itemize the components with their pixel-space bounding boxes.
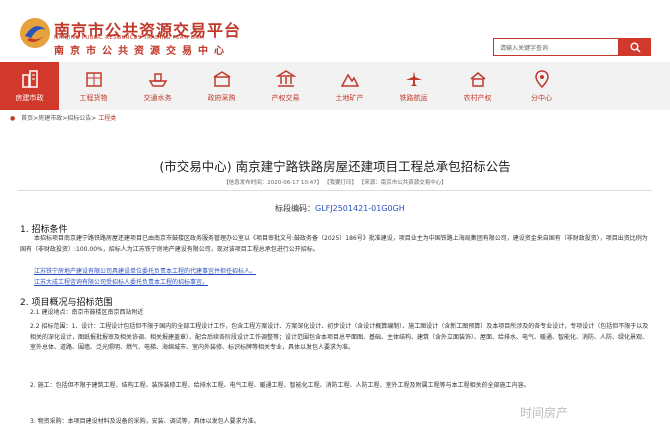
article-meta: 【信息发布时间：2020-06-17 10:47】 【我要打印】 【来源：南京市… <box>223 180 447 186</box>
platform-logo-icon[interactable] <box>18 16 52 50</box>
nav-item-transport[interactable]: 交通水务 <box>128 62 187 110</box>
paragraph: 2. 施工：包括但不限于建筑工程、结构工程、装饰装修工程、给排水工程、电气工程、… <box>30 382 530 389</box>
ship-icon <box>148 73 167 87</box>
search-icon <box>630 42 641 53</box>
land-icon <box>340 73 359 87</box>
site-subtitle: 南京市公共资源交易中心 <box>54 46 230 57</box>
search-input[interactable]: 请输入关键字查询 <box>493 38 619 56</box>
plane-icon <box>405 71 422 86</box>
nav-item-land[interactable]: 土地矿产 <box>320 62 379 110</box>
nav-label: 房建市政 <box>15 94 44 102</box>
article: (市交易中心) 南京建宁路铁路房屋还建项目工程总承包招标公告 【信息发布时间：2… <box>18 126 652 445</box>
nav-item-rural[interactable]: 农村产权 <box>448 62 507 110</box>
paragraph: 本招标项目南京建宁路铁路房屋还建项目已由南京市鼓楼区政务服务管理办公室以《项目审… <box>20 235 648 253</box>
nav-label: 交通水务 <box>143 94 172 102</box>
breadcrumb-current: 工程类 <box>98 115 117 122</box>
nav-item-railway[interactable]: 铁路航运 <box>384 62 443 110</box>
nav-label: 铁路航运 <box>399 94 428 102</box>
government-icon <box>213 71 230 87</box>
section-heading: 2. 项目概况与招标范围 <box>20 298 113 308</box>
code-value: GLFJ2501421-01G0GH <box>315 204 405 213</box>
breadcrumb: ● 首页>房建市政>招标公告> 工程类 <box>10 113 116 122</box>
section-code: 标段编码：GLFJ2501421-01G0GH <box>275 203 405 214</box>
building-icon <box>21 70 38 88</box>
nav-label: 政府采购 <box>207 94 236 102</box>
nav-label: 工程货物 <box>79 94 108 102</box>
location-pin-icon: ● <box>10 115 16 122</box>
nav-label: 产权交易 <box>271 94 300 102</box>
agent-paragraph[interactable]: 江苏铁宁房地产建设有限公司具建设单位委托负责本工程的代建事宜并担任招标人。 <box>34 267 256 278</box>
main-nav: 房建市政 工程货物 交通水务 政府采购 产权交易 土地矿产 铁路航运 农村产权 … <box>0 62 670 110</box>
divider <box>18 190 652 191</box>
nav-item-branch[interactable]: 分中心 <box>512 62 571 110</box>
site-header: 南京市公共资源交易平台 NANJING PUBLIC RESOURCES TRA… <box>0 0 670 62</box>
nav-label: 分中心 <box>531 94 552 102</box>
breadcrumb-path[interactable]: 首页>房建市政>招标公告> <box>21 115 96 122</box>
nav-item-property[interactable]: 产权交易 <box>256 62 315 110</box>
goods-icon <box>85 72 102 87</box>
nav-label: 农村产权 <box>463 94 492 102</box>
farm-icon <box>470 72 485 87</box>
nav-item-goods[interactable]: 工程货物 <box>64 62 123 110</box>
article-title: (市交易中心) 南京建宁路铁路房屋还建项目工程总承包招标公告 <box>159 159 511 174</box>
site-title-en: NANJING PUBLIC RESOURCES TRADING PLATFOR… <box>54 35 205 41</box>
nav-item-procurement[interactable]: 政府采购 <box>192 62 251 110</box>
code-label: 标段编码： <box>275 204 315 213</box>
watermark: 时间房产 <box>520 406 569 420</box>
agent-paragraph[interactable]: 江苏大成工程咨询有限公司受招标人委托负责本工程的招标事宜。 <box>34 278 208 289</box>
bank-icon <box>275 70 296 87</box>
paragraph: 2.2 招标范围：1、设计：工程设计包括但不限于国内的全部工程设计工作，包含工程… <box>30 323 649 352</box>
nav-item-building[interactable]: 房建市政 <box>0 62 59 110</box>
branch-icon <box>534 70 549 89</box>
search-button[interactable] <box>619 38 651 56</box>
nav-label: 土地矿产 <box>335 94 364 102</box>
paragraph: 2.1 建设地点：南京市鼓楼区南京西站附近 <box>30 309 144 316</box>
